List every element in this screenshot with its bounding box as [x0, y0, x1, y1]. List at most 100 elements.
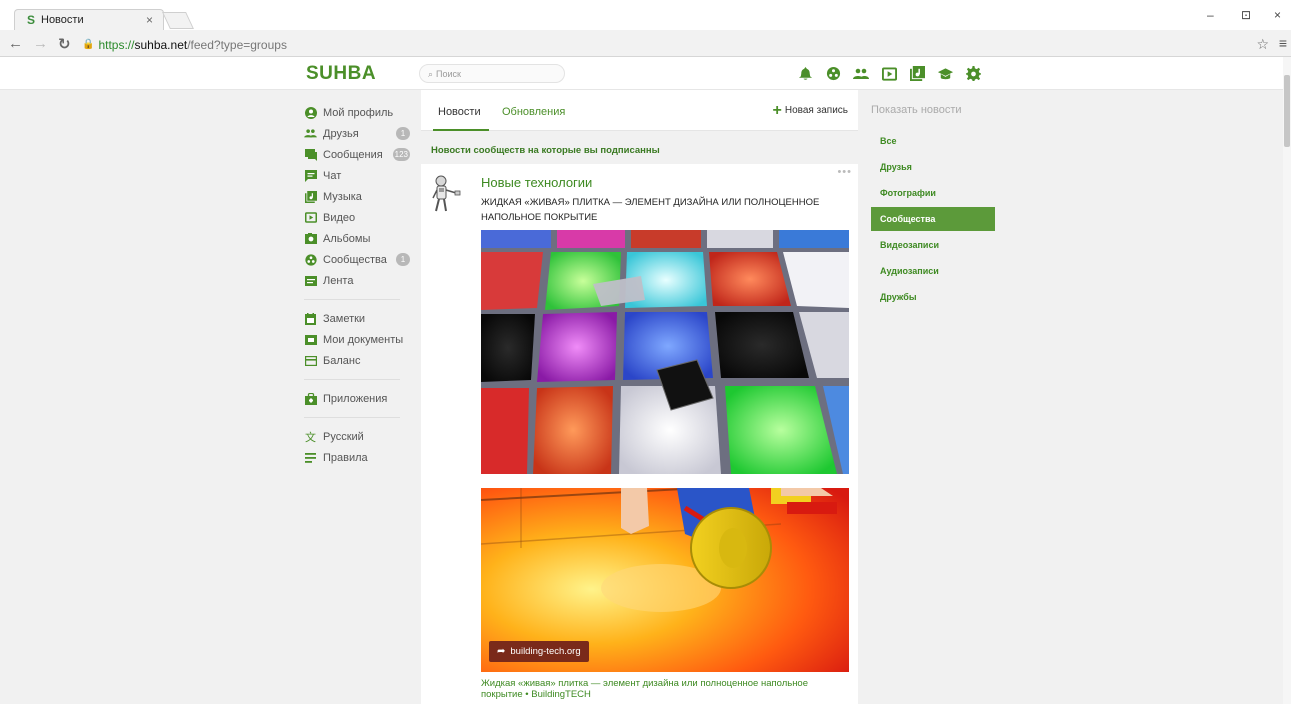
filter-item-communities[interactable]: Сообщества [871, 207, 995, 231]
sidebar-item-music[interactable]: Музыка [304, 186, 410, 207]
feed-icon [304, 274, 317, 287]
post-image-tiles[interactable] [481, 230, 849, 474]
gear-icon[interactable] [964, 65, 982, 82]
group-avatar[interactable] [428, 174, 464, 214]
friends-count-badge: 1 [396, 127, 410, 140]
bookmark-star-icon[interactable]: ☆ [1256, 36, 1269, 53]
left-sidebar: Мой профиль Друзья 1 Сообщения 123 Чат М… [304, 102, 410, 468]
feed-post: ••• Новые технологии ЖИДКАЯ «ЖИВАЯ» ПЛИТ… [421, 164, 858, 704]
reload-icon[interactable]: ↻ [58, 35, 71, 53]
sidebar-item-label: Баланс [323, 354, 361, 367]
sidebar-item-chat[interactable]: Чат [304, 165, 410, 186]
sidebar-item-feed[interactable]: Лента [304, 270, 410, 291]
filter-item-videos[interactable]: Видеозаписи [871, 232, 995, 258]
sidebar-item-balance[interactable]: Баланс [304, 350, 410, 371]
post-menu-icon[interactable]: ••• [837, 166, 852, 178]
sidebar-item-label: Друзья [323, 127, 359, 140]
filter-item-friends[interactable]: Друзья [871, 154, 995, 180]
communities-count-badge: 1 [396, 253, 410, 266]
bell-icon[interactable] [796, 65, 814, 82]
sidebar-item-albums[interactable]: Альбомы [304, 228, 410, 249]
restore-button[interactable]: ⊡ [1241, 8, 1251, 22]
forward-arrow-icon[interactable]: → [33, 35, 48, 52]
sidebar-item-apps[interactable]: Приложения [304, 388, 410, 409]
messages-icon [304, 148, 317, 161]
tab-close-icon[interactable]: × [146, 13, 153, 27]
sidebar-item-label: Сообщества [323, 253, 387, 266]
news-filter: Показать новости Все Друзья Фотографии С… [871, 104, 995, 310]
browser-tab[interactable]: S Новости × [14, 9, 164, 30]
language-icon: 文 [305, 431, 316, 444]
search-placeholder: Поиск [436, 69, 461, 79]
chat-icon [304, 169, 317, 182]
rules-icon [304, 451, 317, 464]
browser-chrome: S Новости × – ⊡ × ← → ↻ 🔒 https:// suhba… [0, 0, 1291, 57]
sidebar-item-video[interactable]: Видео [304, 207, 410, 228]
site-logo[interactable]: SUHBA [306, 63, 376, 85]
feed-subtitle: Новости сообществ на которые вы подписан… [431, 145, 660, 156]
profile-icon [304, 106, 317, 119]
feed-tabs-bar: Новости Обновления + Новая запись [421, 90, 858, 131]
messages-count-badge: 123 [392, 148, 410, 161]
sidebar-item-notes[interactable]: Заметки [304, 308, 410, 329]
friends-icon[interactable] [852, 65, 870, 82]
apps-icon [304, 392, 317, 405]
sidebar-item-messages[interactable]: Сообщения 123 [304, 144, 410, 165]
sidebar-item-rules[interactable]: Правила [304, 447, 410, 468]
window-close-button[interactable]: × [1274, 8, 1281, 22]
music-icon [304, 190, 317, 203]
filter-item-photos[interactable]: Фотографии [871, 180, 995, 206]
tab-news[interactable]: Новости [438, 106, 481, 118]
tab-updates[interactable]: Обновления [502, 106, 565, 118]
address-bar[interactable]: 🔒 https:// suhba.net /feed?type=groups [82, 36, 1252, 53]
documents-icon [304, 333, 317, 346]
back-arrow-icon[interactable]: ← [8, 35, 23, 52]
tab-title: Новости [41, 14, 84, 26]
sidebar-item-label: Лента [323, 274, 354, 287]
sidebar-divider [304, 417, 400, 418]
page-scrollbar[interactable] [1283, 57, 1291, 704]
browser-toolbar: ← → ↻ 🔒 https:// suhba.net /feed?type=gr… [0, 31, 1291, 57]
filter-item-friendships[interactable]: Дружбы [871, 284, 995, 310]
sidebar-item-label: Заметки [323, 312, 366, 325]
sidebar-item-label: Русский [323, 430, 364, 443]
post-link-image[interactable]: ➦ building-tech.org [481, 488, 849, 672]
plus-icon: + [772, 101, 782, 119]
tab-strip: S Новости × – ⊡ × [0, 0, 1291, 30]
share-arrow-icon: ➦ [497, 646, 506, 657]
new-tab-button[interactable] [162, 12, 194, 29]
link-title[interactable]: Жидкая «живая» плитка — элемент дизайна … [481, 678, 849, 700]
sidebar-item-profile[interactable]: Мой профиль [304, 102, 410, 123]
filter-item-audio[interactable]: Аудиозаписи [871, 258, 995, 284]
scrollbar-thumb[interactable] [1284, 75, 1290, 147]
sidebar-item-label: Чат [323, 169, 342, 182]
music-icon[interactable] [908, 65, 926, 82]
browser-menu-icon[interactable]: ≡ [1279, 35, 1287, 51]
sidebar-item-communities[interactable]: Сообщества 1 [304, 249, 410, 270]
friends-icon [304, 127, 317, 140]
video-icon[interactable] [880, 65, 898, 82]
sidebar-item-friends[interactable]: Друзья 1 [304, 123, 410, 144]
sidebar-item-documents[interactable]: Мои документы [304, 329, 410, 350]
sidebar-divider [304, 379, 400, 380]
notes-icon [304, 312, 317, 325]
community-icon[interactable] [824, 65, 842, 82]
post-group-name[interactable]: Новые технологии [481, 175, 592, 190]
new-post-button[interactable]: + Новая запись [772, 101, 848, 119]
favicon-icon: S [27, 13, 36, 27]
link-domain: building-tech.org [510, 646, 581, 657]
lock-icon: 🔒 [82, 39, 95, 50]
search-input[interactable]: ⌕ Поиск [419, 64, 565, 83]
search-icon: ⌕ [428, 69, 434, 79]
albums-icon [304, 232, 317, 245]
sidebar-item-label: Мой профиль [323, 106, 394, 119]
video-icon [304, 211, 317, 224]
filter-item-all[interactable]: Все [871, 128, 995, 154]
education-icon[interactable] [936, 65, 954, 82]
active-tab-underline [433, 129, 489, 131]
minimize-button[interactable]: – [1207, 8, 1214, 22]
link-domain-chip[interactable]: ➦ building-tech.org [489, 641, 589, 662]
sidebar-item-label: Музыка [323, 190, 362, 203]
sidebar-item-language[interactable]: 文 Русский [304, 426, 410, 447]
url-path: /feed?type=groups [187, 37, 287, 52]
